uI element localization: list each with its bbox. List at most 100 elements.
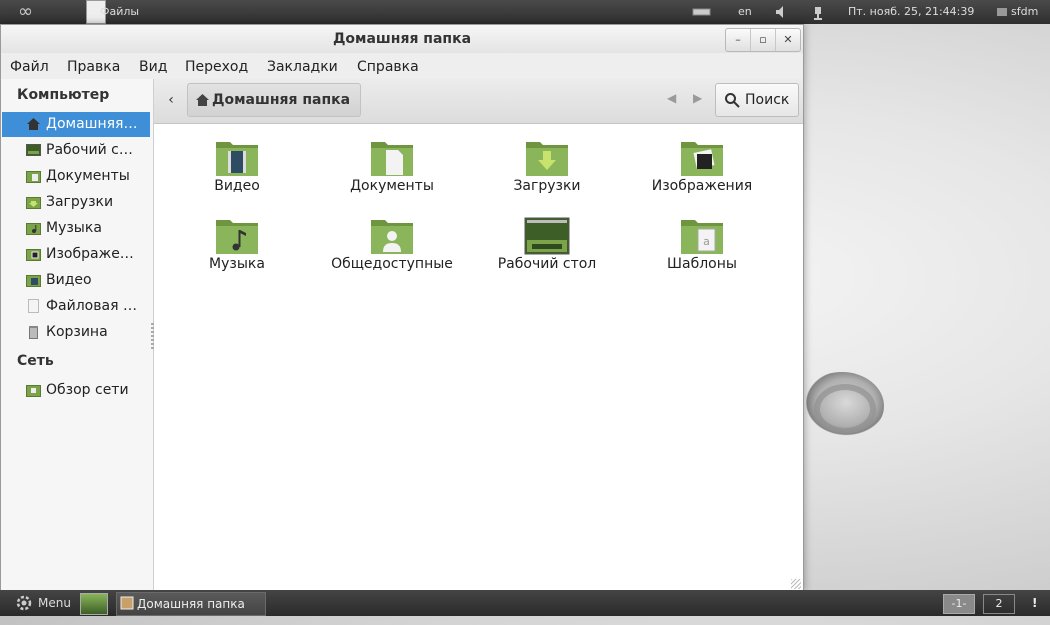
- trash-icon: [29, 326, 38, 339]
- sidebar-item-label: Рабочий с…: [46, 142, 133, 158]
- clock[interactable]: Пт. нояб. 25, 21:44:39: [848, 0, 974, 24]
- home-icon: [27, 118, 40, 130]
- folder-item-templates[interactable]: a Шаблоны: [627, 216, 777, 286]
- file-manager-window: Домашняя папка – ▫ ✕ Файл Правка Вид Пер…: [0, 24, 804, 592]
- network-status-icon[interactable]: [812, 0, 824, 24]
- downloads-folder-icon: [526, 142, 568, 176]
- workspace-2[interactable]: 2: [983, 594, 1015, 614]
- maximize-button[interactable]: ▫: [750, 29, 775, 51]
- breadcrumb-label: Домашняя папка: [212, 92, 351, 108]
- search-label: Поиск: [745, 92, 790, 108]
- resize-grip[interactable]: [791, 579, 801, 589]
- folder-label: Шаблоны: [667, 256, 737, 272]
- folder-item-pictures[interactable]: Изображения: [627, 138, 777, 208]
- public-folder-icon: [371, 220, 413, 254]
- folder-item-music[interactable]: Музыка: [162, 216, 312, 286]
- top-panel: ∞ Файлы en Пт. нояб. 25, 21:44:39 sfdm: [0, 0, 1050, 24]
- show-desktop-icon[interactable]: [80, 593, 108, 615]
- sidebar: Компьютер Домашняя… Рабочий с… Документы…: [1, 79, 154, 591]
- menu-go[interactable]: Переход: [185, 53, 248, 79]
- folder-label: Рабочий стол: [497, 256, 597, 272]
- file-manager-icon: [120, 596, 134, 610]
- desktop-folder-icon: [524, 217, 570, 255]
- window-controls: – ▫ ✕: [725, 28, 801, 52]
- menu-view[interactable]: Вид: [139, 53, 167, 79]
- menu-bookmarks[interactable]: Закладки: [267, 53, 338, 79]
- volume-icon[interactable]: [774, 0, 788, 24]
- bottom-panel: Menu Домашняя папка -1- 2 !: [0, 590, 1050, 616]
- music-folder-icon: [26, 223, 41, 235]
- folder-item-video[interactable]: Видео: [162, 138, 312, 208]
- folder-label: Изображения: [651, 178, 753, 194]
- home-icon: [196, 94, 209, 106]
- menu-help[interactable]: Справка: [357, 53, 419, 79]
- notification-icon[interactable]: !: [1032, 590, 1037, 616]
- folder-item-desktop[interactable]: Рабочий стол: [472, 216, 622, 286]
- sidebar-item-label: Файловая …: [46, 298, 137, 314]
- taskbar-item-label: Домашняя папка: [137, 597, 245, 611]
- sidebar-item-network[interactable]: Обзор сети: [2, 378, 150, 403]
- sidebar-item-home[interactable]: Домашняя…: [2, 112, 150, 137]
- window-title: Домашняя папка: [332, 31, 472, 47]
- back-button[interactable]: ‹: [160, 85, 182, 115]
- menu-file[interactable]: Файл: [10, 53, 49, 79]
- sidebar-item-label: Изображе…: [46, 246, 134, 262]
- sidebar-item-videos[interactable]: Видео: [2, 268, 150, 293]
- folder-item-public[interactable]: Общедоступные: [317, 216, 467, 286]
- svg-text:a: a: [703, 235, 710, 248]
- battery-icon[interactable]: [692, 0, 712, 24]
- folder-item-documents[interactable]: Документы: [317, 138, 467, 208]
- sidebar-item-label: Домашняя…: [46, 116, 138, 132]
- sidebar-item-trash[interactable]: Корзина: [2, 320, 150, 345]
- folder-label: Видео: [214, 178, 260, 194]
- sidebar-item-filesystem[interactable]: Файловая …: [2, 294, 150, 319]
- folder-label: Документы: [350, 178, 434, 194]
- music-folder-icon: [216, 220, 258, 254]
- user-icon[interactable]: [996, 0, 1008, 24]
- sidebar-item-desktop[interactable]: Рабочий с…: [2, 138, 150, 163]
- search-button[interactable]: Поиск: [715, 83, 799, 117]
- title-bar[interactable]: Домашняя папка – ▫ ✕: [1, 25, 803, 53]
- sidebar-heading-computer: Компьютер: [17, 87, 110, 103]
- sidebar-item-label: Корзина: [46, 324, 108, 340]
- documents-folder-icon: [26, 171, 41, 183]
- sidebar-item-label: Музыка: [46, 220, 102, 236]
- filesystem-icon: [28, 299, 39, 313]
- folder-label: Загрузки: [513, 178, 581, 194]
- sidebar-item-music[interactable]: Музыка: [2, 216, 150, 241]
- pictures-folder-icon: [681, 142, 723, 176]
- menu-bar: Файл Правка Вид Переход Закладки Справка: [1, 53, 803, 79]
- arrow-left-icon[interactable]: ◀: [667, 91, 676, 105]
- workspace-1[interactable]: -1-: [943, 594, 975, 614]
- search-icon: [725, 93, 740, 108]
- sidebar-item-label: Загрузки: [46, 194, 114, 210]
- close-button[interactable]: ✕: [775, 29, 800, 51]
- keyboard-layout[interactable]: en: [738, 0, 752, 24]
- downloads-folder-icon: [26, 197, 41, 209]
- menu-edit[interactable]: Правка: [67, 53, 120, 79]
- arrow-right-icon[interactable]: ▶: [693, 91, 702, 105]
- sidebar-item-label: Видео: [46, 272, 92, 288]
- sidebar-item-pictures[interactable]: Изображе…: [2, 242, 150, 267]
- file-launcher-label[interactable]: Файлы: [100, 0, 139, 24]
- toolbar: ‹ Домашняя папка ◀ ▶ Поиск: [154, 79, 803, 124]
- pictures-folder-icon: [26, 249, 41, 261]
- sidebar-item-downloads[interactable]: Загрузки: [2, 190, 150, 215]
- desktop-icon: [26, 144, 41, 156]
- mint-logo-icon[interactable]: ∞: [18, 0, 33, 24]
- breadcrumb-home[interactable]: Домашняя папка: [187, 83, 361, 117]
- folder-label: Общедоступные: [331, 256, 453, 272]
- documents-folder-icon: [371, 142, 413, 176]
- folder-label: Музыка: [209, 256, 265, 272]
- user-name[interactable]: sfdm: [1011, 0, 1038, 24]
- menu-button[interactable]: Menu: [38, 590, 71, 616]
- folder-item-downloads[interactable]: Загрузки: [472, 138, 622, 208]
- sidebar-item-documents[interactable]: Документы: [2, 164, 150, 189]
- gear-icon[interactable]: [14, 590, 34, 616]
- taskbar-item-home[interactable]: Домашняя папка: [116, 592, 266, 616]
- minimize-button[interactable]: –: [726, 29, 750, 51]
- network-icon: [26, 385, 41, 397]
- templates-folder-icon: a: [681, 220, 723, 254]
- sidebar-item-label: Документы: [46, 168, 130, 184]
- sidebar-heading-network: Сеть: [17, 353, 54, 369]
